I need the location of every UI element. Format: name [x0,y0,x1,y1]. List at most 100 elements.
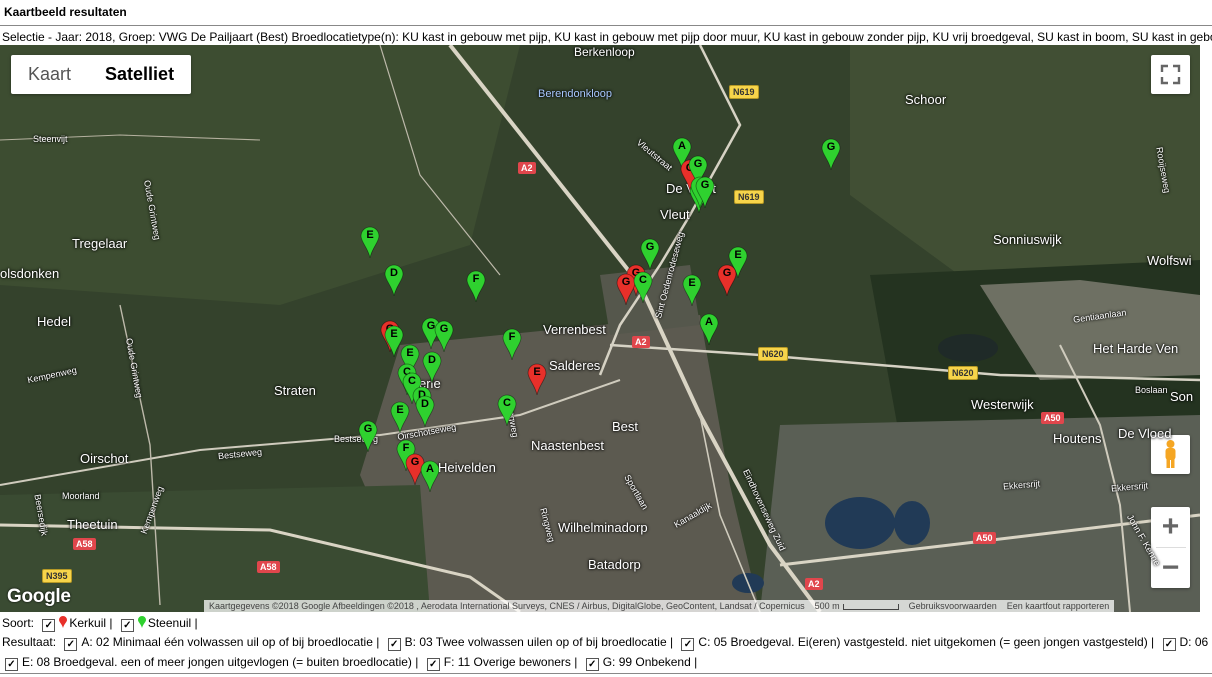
species-label: Soort: [2,616,35,630]
result-f-checkbox[interactable]: ✓ [426,658,440,671]
place-label-salderes: Salderes [549,358,601,373]
place-label-westerwijk: Westerwijk [971,397,1034,412]
result-d-label: D: 06 [1179,635,1209,649]
map-marker-label: E [533,366,541,378]
map-marker-label: C [503,397,511,409]
title-divider [0,25,1212,26]
road-shield-n619-top: N619 [729,85,759,99]
species-legend: Soort: ✓ Kerkuil | ✓ Steenuil | [2,616,198,632]
map-marker[interactable]: G [695,176,715,208]
place-label-houtens: Houtens [1053,431,1102,446]
map-type-satellite-button[interactable]: Satelliet [88,55,191,94]
place-label-tregelaar: Tregelaar [72,236,128,251]
place-label-theetuin: Theetuin [67,517,118,532]
result-e-label: E: 08 Broedgeval. een of meer jongen uit… [22,655,412,669]
place-label-wilhelminadorp: Wilhelminadorp [558,520,648,535]
place-label-berendonkloop: Berendonkloop [538,88,613,100]
map-marker[interactable]: A [420,460,440,492]
result-b-label: B: 03 Twee volwassen uilen op of bij bro… [404,635,667,649]
result-f-label: F: 11 Overige bewoners [443,655,571,669]
map-marker[interactable]: G [358,420,378,452]
place-label-batadorp: Batadorp [588,557,641,572]
place-label-wolfswinkel: Wolfswi [1147,253,1192,268]
map-marker[interactable]: F [502,328,522,360]
result-g-checkbox[interactable]: ✓ [585,658,599,671]
result-legend-line-2: ✓ E: 08 Broedgeval. een of meer jongen ui… [2,655,697,671]
map-marker-label: A [678,140,686,152]
road-shield-a58-b: A58 [257,561,280,573]
terms-link[interactable]: Gebruiksvoorwaarden [904,600,1002,612]
result-a-checkbox[interactable]: ✓ [64,638,78,651]
road-shield-a58-a: A58 [73,538,96,550]
result-e-checkbox[interactable]: ✓ [5,658,18,671]
map-marker-label: D [428,354,436,366]
map-marker[interactable]: D [415,395,435,427]
map-marker-label: G [826,141,836,153]
fullscreen-icon [1160,64,1181,85]
result-a-label: A: 02 Minimaal één volwassen uil op of b… [81,635,373,649]
result-d-checkbox[interactable]: ✓ [1162,638,1176,651]
road-label-moorland: Moorland [62,491,100,501]
map-marker-label: E [366,229,374,241]
kerkuil-checkbox[interactable]: ✓ [42,619,56,632]
steenuil-checkbox[interactable]: ✓ [120,619,134,632]
result-label: Resultaat: [2,635,57,649]
map-marker-label: D [421,398,429,410]
map-marker-label: F [508,331,516,343]
map-marker-label: G [722,267,732,279]
map-type-kaart-button[interactable]: Kaart [11,55,88,94]
map-marker-label: F [472,273,480,285]
place-label-sonniuswijk: Sonniuswijk [993,232,1062,247]
map-marker[interactable]: D [384,264,404,296]
steenuil-label: Steenuil [147,616,192,630]
map-marker[interactable]: E [390,401,410,433]
map-marker[interactable]: G [717,264,737,296]
road-shield-a2-bottom: A2 [805,578,823,590]
map-marker-label: E [406,347,414,359]
map-marker[interactable]: E [527,363,547,395]
map-marker-label: G [645,241,655,253]
map-marker[interactable]: F [466,270,486,302]
map-marker[interactable]: C [497,394,517,426]
map-marker[interactable]: C [633,271,653,303]
map-marker-label: G [363,423,373,435]
place-label-oirschot: Oirschot [80,451,129,466]
road-shield-a2-mid: A2 [632,336,650,348]
road-label-boslaan: Boslaan [1135,385,1168,395]
map-marker[interactable]: A [699,313,719,345]
place-label-hedel: Hedel [37,314,71,329]
result-g-label: G: 99 Onbekend [602,655,691,669]
place-label-de-vloed: De Vloed [1118,426,1172,441]
map-marker-label: E [390,328,398,340]
map-marker[interactable]: G [434,320,454,352]
place-label-vleut: Vleut [660,207,690,222]
map-marker[interactable]: G [821,138,841,170]
map-marker-label: G [693,158,703,170]
place-label-het-harde-ven: Het Harde Ven [1093,341,1179,356]
road-shield-a50-b: A50 [973,532,996,544]
place-label-heivelden: Heivelden [438,460,496,475]
zoom-control: + − [1151,507,1190,588]
zoom-in-button[interactable]: + [1151,507,1190,547]
google-logo: Google [7,586,71,607]
place-label-olsdonken: olsdonken [0,266,60,281]
result-c-checkbox[interactable]: ✓ [681,638,695,651]
map-marker-label: G [439,323,449,335]
road-label-steenvijt: Steenvijt [33,134,68,144]
map-marker-label: E [688,277,696,289]
page-title: Kaartbeeld resultaten [4,5,127,19]
scale-indicator: 500 m [810,600,904,612]
map-marker[interactable]: E [682,274,702,306]
map-view[interactable]: Kaart Satelliet + − Google Kaartgegevens… [0,45,1200,612]
result-b-checkbox[interactable]: ✓ [387,638,401,651]
map-marker[interactable]: E [360,226,380,258]
scale-bar [842,603,899,610]
road-shield-n620-a: N620 [758,347,788,361]
map-marker[interactable]: G [640,238,660,270]
result-c-label: C: 05 Broedgeval. Ei(eren) vastgesteld. … [698,635,1148,649]
map-marker-label: E [734,249,742,261]
fullscreen-button[interactable] [1151,55,1190,94]
report-map-error-link[interactable]: Een kaartfout rapporteren [1002,600,1115,612]
map-marker-label: D [390,267,398,279]
map-marker[interactable]: D [422,351,442,383]
